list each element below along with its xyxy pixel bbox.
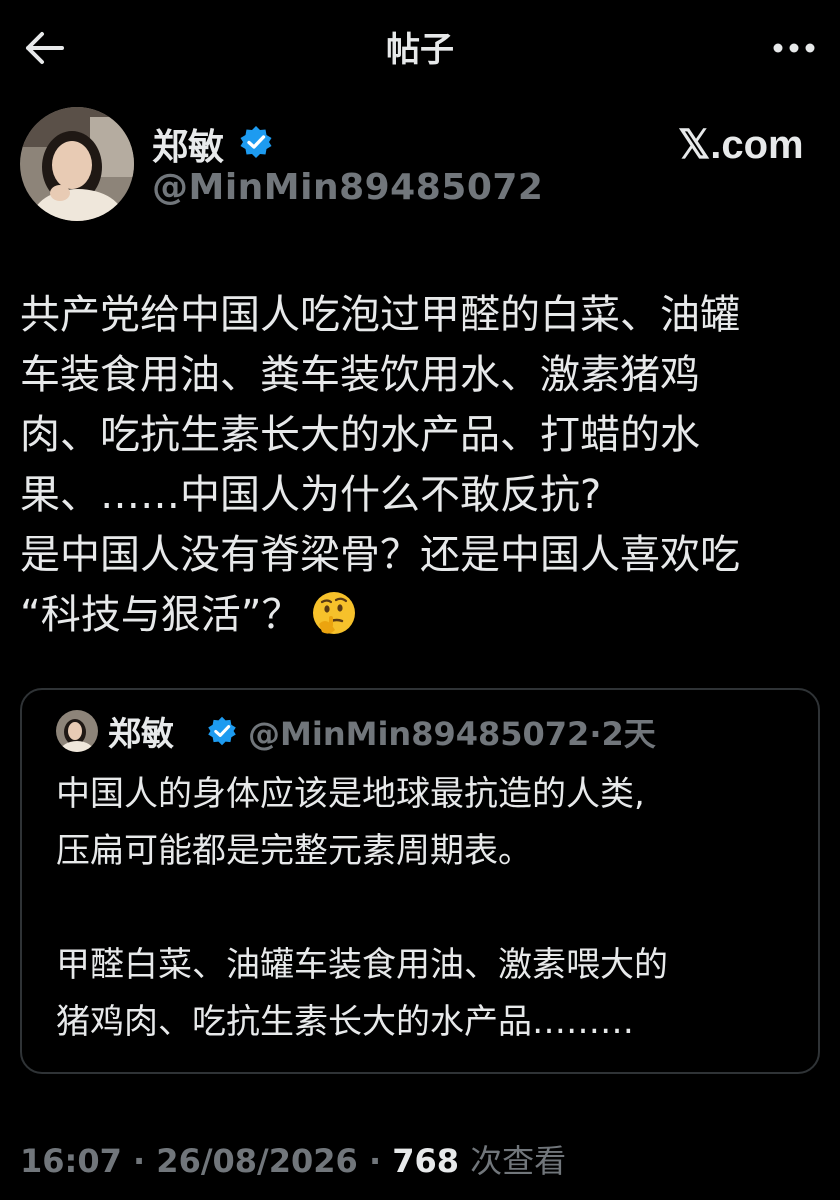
post-metadata: 16:07 · 26/08/2026 · 768 次查看 — [20, 1136, 566, 1182]
quote-paragraph-gap — [56, 880, 796, 937]
meta-separator: · — [133, 1142, 146, 1180]
post-line: 肉、吃抗生素长大的水产品、打蜡的水 — [20, 412, 700, 458]
post-line-text: “科技与狠活”？ — [20, 592, 302, 638]
more-horizontal-icon — [773, 43, 815, 53]
author-name[interactable]: 郑敏 — [152, 118, 224, 170]
quote-text: 中国人的身体应该是地球最抗造的人类, 压扁可能都是完整元素周期表。 甲醛白菜、油… — [56, 766, 796, 1051]
post-line: 共产党给中国人吃泡过甲醛的白菜、油罐 — [20, 292, 740, 338]
quote-avatar-image — [56, 710, 98, 752]
quote-line: 中国人的身体应该是地球最抗造的人类, — [56, 774, 645, 814]
quote-separator: · — [589, 715, 602, 753]
quote-time: 2天 — [601, 715, 656, 753]
post-date: 26/08/2026 — [156, 1142, 358, 1180]
quote-meta: @MinMin89485072·2天 — [248, 709, 656, 755]
author-avatar[interactable] — [20, 107, 134, 221]
post-line: 车装食用油、粪车装饮用水、激素猪鸡 — [20, 352, 700, 398]
quote-line: 甲醛白菜、油罐车装食用油、激素喂大的 — [56, 945, 668, 985]
author-handle[interactable]: @MinMin89485072 — [152, 167, 543, 208]
quote-verified-badge-icon — [206, 715, 238, 747]
page-title: 帖子 — [386, 30, 454, 70]
views-count: 768 — [392, 1142, 460, 1180]
post-time: 16:07 — [20, 1142, 122, 1180]
quote-handle: @MinMin89485072 — [248, 715, 590, 753]
post-line-last: “科技与狠活”？ — [20, 585, 820, 645]
avatar-image — [20, 107, 134, 221]
post-line: 果、……中国人为什么不敢反抗? — [20, 472, 602, 518]
meta-separator: · — [368, 1142, 382, 1180]
more-options-button[interactable] — [770, 34, 818, 62]
x-watermark: 𝕏.com — [678, 123, 804, 167]
quoted-post-card[interactable]: 郑敏 @MinMin89485072·2天 中国人的身体应该是地球最抗造的人类,… — [20, 688, 820, 1074]
quote-line: 压扁可能都是完整元素周期表。 — [56, 831, 532, 871]
post-text: 共产党给中国人吃泡过甲醛的白菜、油罐 车装食用油、粪车装饮用水、激素猪鸡 肉、吃… — [20, 285, 820, 645]
quote-line: 猪鸡肉、吃抗生素长大的水产品……… — [56, 1002, 634, 1042]
post-line: 是中国人没有脊梁骨？还是中国人喜欢吃 — [20, 532, 740, 578]
top-bar: 帖子 — [0, 0, 840, 96]
quote-author-name: 郑敏 — [108, 714, 174, 753]
verified-badge-icon — [238, 124, 274, 160]
quote-avatar — [56, 710, 98, 752]
thinking-face-emoji-icon — [311, 590, 357, 636]
views-label: 次查看 — [470, 1142, 567, 1180]
